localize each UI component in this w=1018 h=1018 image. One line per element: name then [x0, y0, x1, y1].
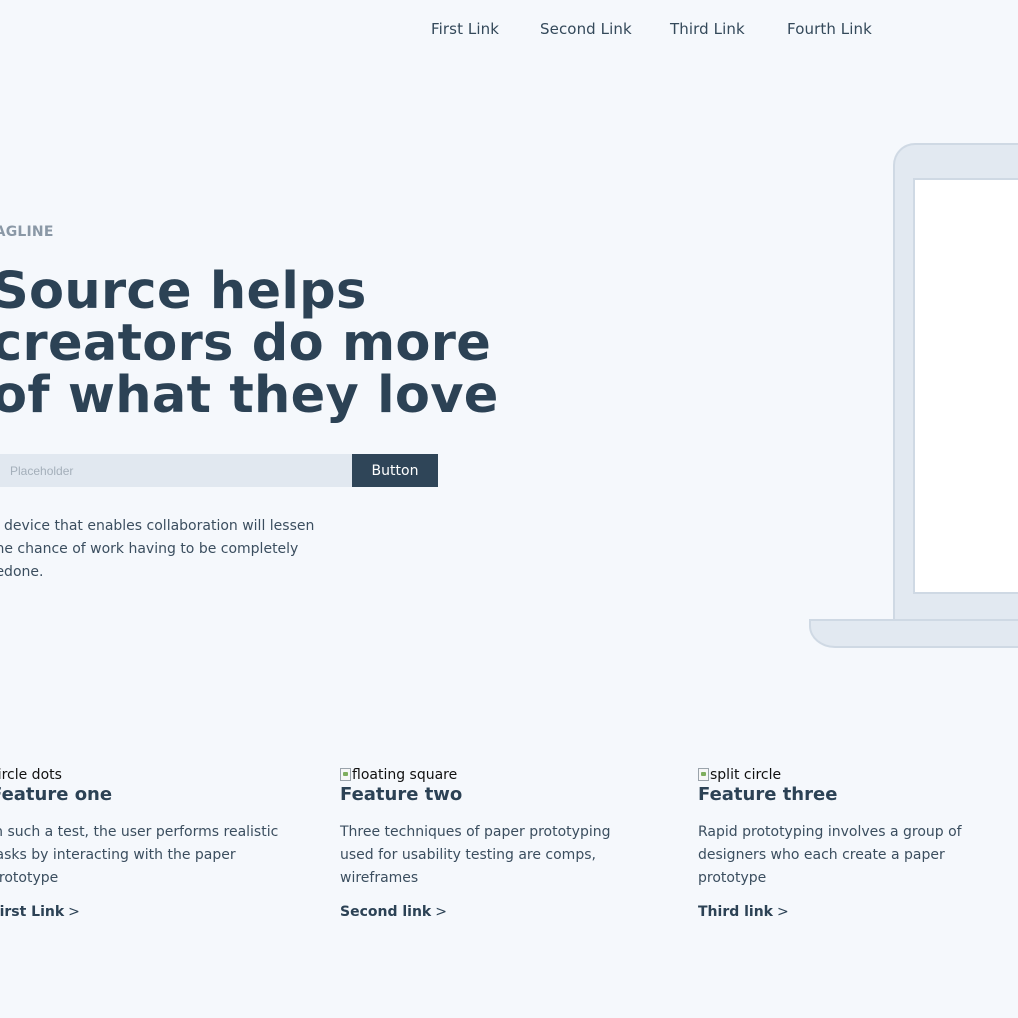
nav-link-second[interactable]: Second Link [540, 20, 632, 38]
feature-link[interactable]: Second link > [340, 904, 447, 920]
feature-two: floating square Feature two Three techni… [340, 766, 640, 920]
feature-link[interactable]: First Link> [0, 904, 80, 920]
laptop-screen [913, 178, 1018, 594]
feature-image: circle dots [0, 766, 290, 783]
feature-image-alt: split circle [710, 766, 782, 783]
top-nav: First Link Second Link Third Link Fourth… [0, 20, 1018, 42]
chevron-right-icon: > [435, 904, 447, 920]
chevron-right-icon: > [68, 904, 80, 920]
feature-text: In such a test, the user performs realis… [0, 824, 279, 886]
email-input[interactable] [0, 454, 353, 487]
feature-link[interactable]: Third link > [698, 904, 789, 920]
feature-image-alt: floating square [352, 766, 458, 783]
feature-link-label: Third link [698, 904, 773, 920]
chevron-right-icon: > [777, 904, 789, 920]
feature-title: Feature two [340, 784, 463, 805]
feature-image: split circle [698, 766, 998, 783]
laptop-base [809, 619, 1018, 648]
feature-text: Rapid prototyping involves a group of de… [698, 824, 962, 886]
nav-link-third[interactable]: Third Link [670, 20, 745, 38]
hero-tagline: TAGLINE [0, 224, 54, 240]
nav-link-first[interactable]: First Link [431, 20, 499, 38]
feature-title: Feature three [698, 784, 838, 805]
feature-one: circle dots Feature one In such a test, … [0, 766, 290, 921]
feature-link-label: First Link [0, 904, 65, 920]
headline-line-2: creators do more [0, 314, 492, 373]
broken-image-icon [698, 768, 709, 781]
broken-image-icon [340, 768, 351, 781]
feature-three: split circle Feature three Rapid prototy… [698, 766, 998, 920]
landing-page: First Link Second Link Third Link Fourth… [0, 0, 1018, 1018]
feature-link-label: Second link [340, 904, 432, 920]
nav-link-fourth[interactable]: Fourth Link [787, 20, 872, 38]
headline-line-3: of what they love [0, 366, 499, 425]
hero-description: A device that enables collaboration will… [0, 518, 315, 580]
feature-text: Three techniques of paper prototyping us… [340, 824, 611, 886]
headline-line-1: Source helps [0, 262, 367, 321]
feature-title: Feature one [0, 784, 113, 805]
submit-button[interactable]: Button [352, 454, 438, 487]
feature-image-alt: circle dots [0, 766, 62, 783]
hero-headline: Source helps creators do more of what th… [0, 262, 499, 425]
feature-image: floating square [340, 766, 640, 783]
